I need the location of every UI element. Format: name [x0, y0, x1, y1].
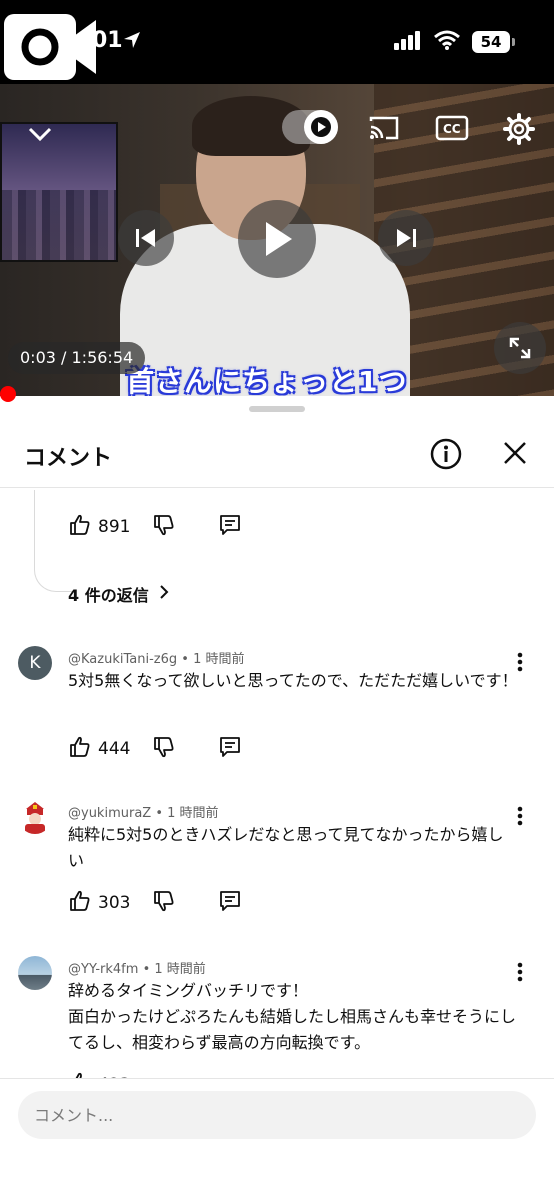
comments-sheet: コメント 891 4 件の返信 K @KazukiTani-z6g • 1 時間… — [0, 396, 554, 1200]
autoplay-toggle[interactable] — [282, 110, 338, 144]
comment-text: 5対5無くなって欲しいと思ってたので、ただただ嬉しいです！ — [68, 671, 518, 690]
comment-item: K @KazukiTani-z6g • 1 時間前 5対5無くなって欲しいと思っ… — [0, 646, 554, 776]
comment-text: 辞めるタイミングバッチリです！ 面白かったけどぷろたんも結婚したし相馬さんも幸せ… — [68, 978, 518, 1056]
comment-meta: @YY-rk4fm • 1 時間前 — [68, 962, 206, 977]
reply-icon — [218, 889, 242, 917]
comment-time: 1 時間前 — [167, 806, 219, 821]
comments-header: コメント — [0, 426, 554, 488]
background-tv — [0, 122, 118, 262]
like-count: 891 — [98, 517, 131, 537]
comment-actions: 891 — [68, 512, 242, 542]
autoplay-play-icon — [304, 110, 338, 144]
more-options-icon[interactable] — [508, 960, 532, 984]
comment-actions: 444 — [68, 734, 242, 764]
comment-input-bar — [0, 1078, 554, 1200]
comment-time: 1 時間前 — [154, 962, 206, 977]
svg-text:CC: CC — [443, 122, 461, 136]
view-replies-link[interactable]: 4 件の返信 — [68, 582, 169, 606]
dislike-button[interactable] — [152, 513, 176, 541]
comment-time: 1 時間前 — [193, 652, 245, 667]
reply-button[interactable] — [218, 735, 242, 763]
comment-meta: @KazukiTani-z6g • 1 時間前 — [68, 652, 245, 667]
dislike-button[interactable] — [152, 889, 176, 917]
settings-gear-icon[interactable] — [502, 112, 536, 146]
cast-icon[interactable] — [366, 112, 402, 144]
close-icon[interactable] — [500, 438, 530, 468]
video-player[interactable]: CC 首さんにちょっと1つ 0:03 / 1:56:54 — [0, 84, 554, 396]
comment-actions: 303 — [68, 888, 242, 918]
fullscreen-icon[interactable] — [494, 322, 546, 374]
reply-button[interactable] — [218, 513, 242, 541]
dislike-button[interactable] — [152, 735, 176, 763]
previous-video-button[interactable] — [118, 210, 174, 266]
avatar[interactable] — [18, 956, 52, 990]
like-count: 303 — [98, 893, 131, 913]
comment-meta: @yukimuraZ • 1 時間前 — [68, 806, 219, 821]
comment-author[interactable]: @YY-rk4fm — [68, 962, 138, 977]
battery-indicator: 54 — [472, 31, 515, 53]
video-subtitle: 首さんにちょっと1つ — [126, 365, 408, 396]
reply-icon — [218, 513, 242, 541]
comment-text-line: 辞めるタイミングバッチリです！ — [68, 981, 309, 1000]
avatar-letter: K — [29, 653, 41, 673]
like-button[interactable]: 891 — [68, 513, 130, 542]
thumbs-down-icon — [152, 513, 176, 541]
like-button[interactable]: 303 — [68, 889, 130, 918]
reply-icon — [218, 735, 242, 763]
screen-record-icon — [4, 14, 96, 80]
thumbs-down-icon — [152, 889, 176, 917]
play-button[interactable] — [238, 200, 316, 278]
comment-text: 純粋に5対5のときハズレだなと思って見てなかったから嬉しい — [68, 825, 504, 870]
status-time: 01 — [92, 28, 123, 53]
progress-scrubber[interactable] — [0, 386, 16, 402]
thumbs-up-icon — [68, 735, 92, 764]
minimize-chevron-icon[interactable] — [24, 122, 56, 146]
status-bar: 01 54 — [0, 0, 554, 84]
info-icon[interactable] — [430, 438, 462, 470]
comment-text-line: 面白かったけどぷろたんも結婚したし相馬さんも幸せそうにしてるし、相変わらず最高の… — [68, 1007, 517, 1052]
thumbs-up-icon — [68, 513, 92, 542]
more-options-icon[interactable] — [508, 804, 532, 828]
wifi-icon — [434, 30, 460, 54]
thumbs-down-icon — [152, 735, 176, 763]
comments-title: コメント — [24, 446, 113, 471]
like-count: 444 — [98, 739, 131, 759]
chevron-right-icon — [159, 584, 169, 604]
like-button[interactable]: 444 — [68, 735, 130, 764]
avatar[interactable] — [18, 800, 52, 834]
thumbs-up-icon — [68, 889, 92, 918]
reply-button[interactable] — [218, 889, 242, 917]
signal-icon — [394, 30, 422, 54]
avatar[interactable]: K — [18, 646, 52, 680]
comment-author[interactable]: @KazukiTani-z6g — [68, 652, 177, 667]
drag-handle[interactable] — [249, 406, 305, 412]
comment-author[interactable]: @yukimuraZ — [68, 806, 151, 821]
location-arrow-icon — [122, 30, 142, 54]
more-options-icon[interactable] — [508, 650, 532, 674]
replies-count-label: 4 件の返信 — [68, 586, 149, 605]
comment-item: @yukimuraZ • 1 時間前 純粋に5対5のときハズレだなと思って見てな… — [0, 800, 554, 930]
next-video-button[interactable] — [378, 210, 434, 266]
comment-item: @YY-rk4fm • 1 時間前 辞めるタイミングバッチリです！ 面白かったけ… — [0, 956, 554, 1095]
video-time-display: 0:03 / 1:56:54 — [8, 342, 146, 374]
captions-icon[interactable]: CC — [434, 112, 470, 144]
comment-input[interactable] — [18, 1091, 536, 1139]
